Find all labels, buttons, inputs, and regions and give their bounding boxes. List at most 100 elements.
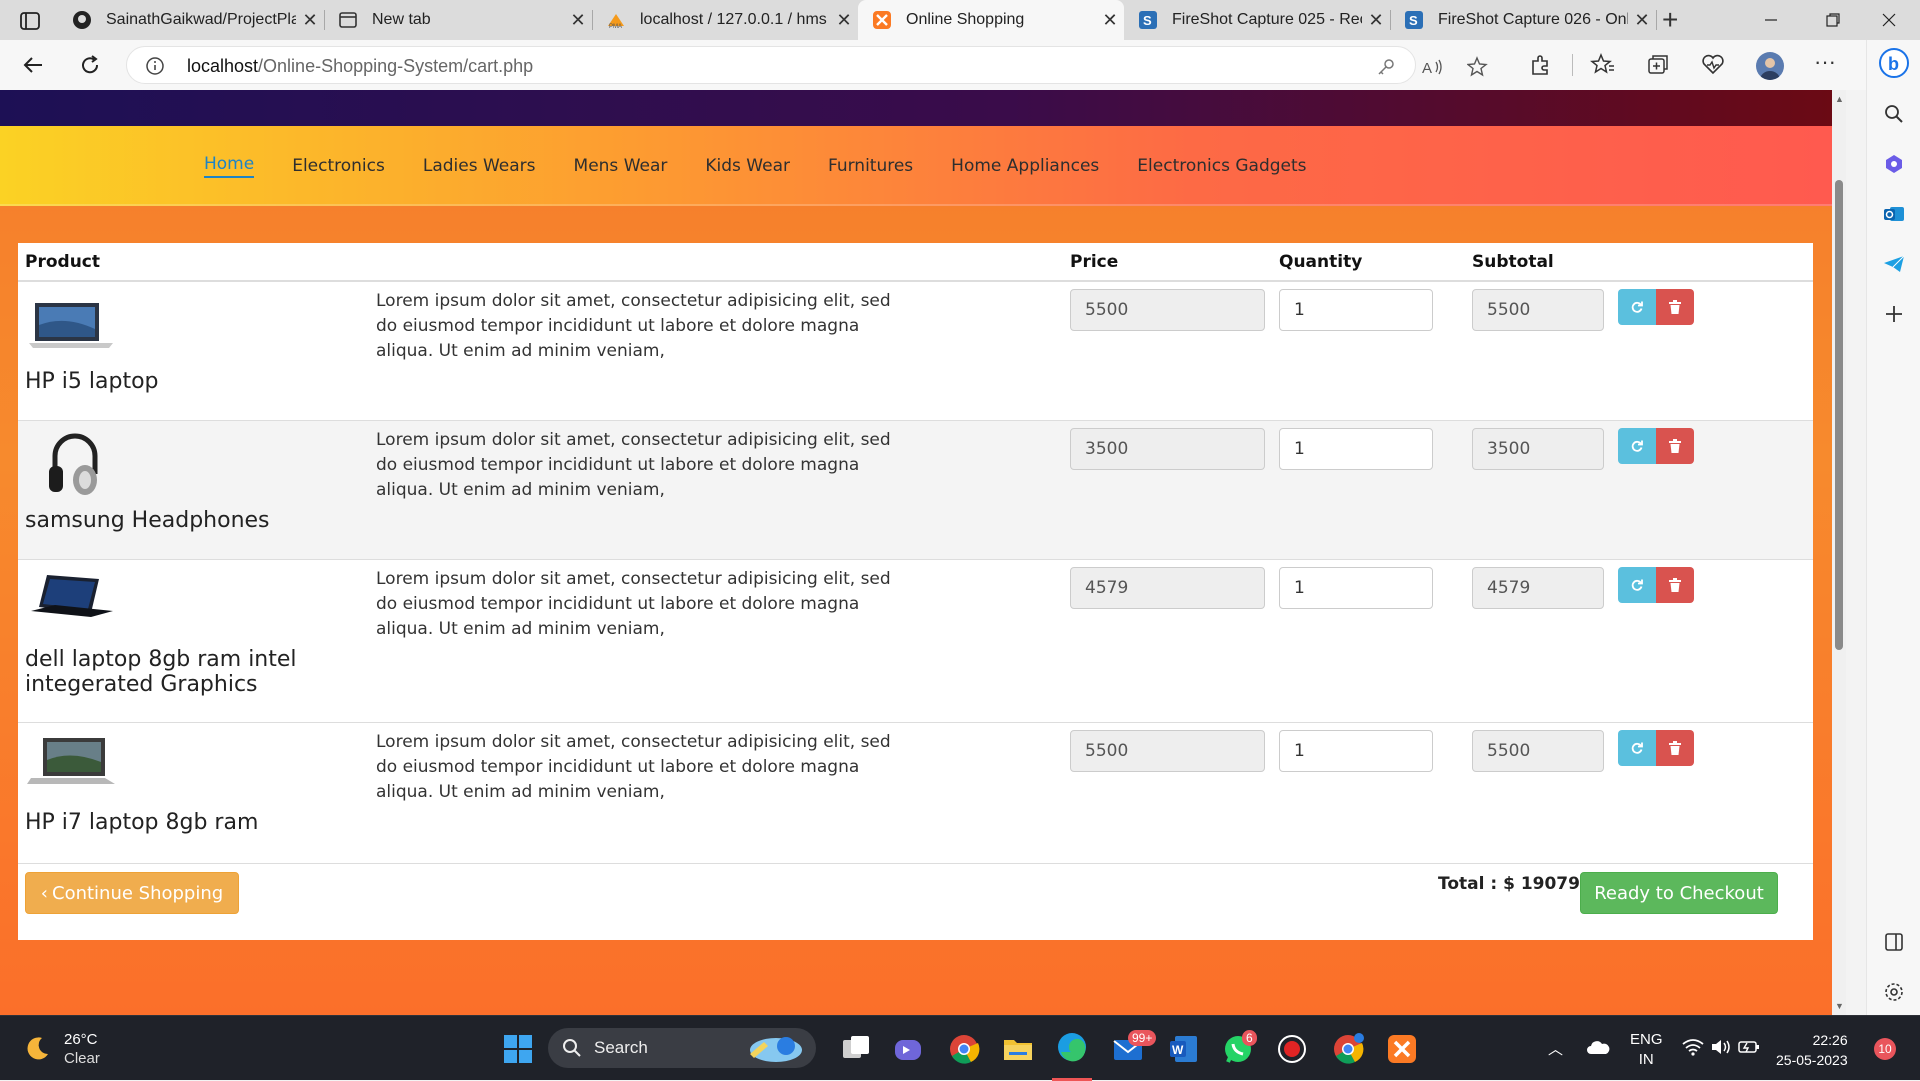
tab-online-shopping[interactable]: Online Shopping ✕ xyxy=(858,0,1124,40)
close-tab-icon[interactable]: ✕ xyxy=(564,10,592,31)
edge-button[interactable] xyxy=(1052,1016,1092,1081)
nav-item-mens-wear[interactable]: Mens Wear xyxy=(574,156,668,176)
update-item-button[interactable] xyxy=(1618,566,1656,603)
nav-item-furnitures[interactable]: Furnitures xyxy=(828,156,913,176)
close-window-button[interactable] xyxy=(1858,0,1920,40)
chrome-button[interactable] xyxy=(944,1016,984,1081)
checkout-button[interactable]: Ready to Checkout xyxy=(1580,872,1778,914)
nav-item-ladies-wears[interactable]: Ladies Wears xyxy=(423,156,536,176)
restore-button[interactable] xyxy=(1802,0,1864,40)
nav-menu: Home Electronics Ladies Wears Mens Wear … xyxy=(204,126,1345,206)
continue-shopping-button[interactable]: ‹ Continue Shopping xyxy=(25,872,239,914)
tab-phpmyadmin[interactable]: PMA localhost / 127.0.0.1 / hms / ✕ xyxy=(592,0,858,40)
update-item-button[interactable] xyxy=(1618,729,1656,766)
clock[interactable]: 22:26 25-05-2023 xyxy=(1776,1030,1848,1070)
nav-item-home-appliances[interactable]: Home Appliances xyxy=(951,156,1099,176)
nav-item-kids-wear[interactable]: Kids Wear xyxy=(705,156,790,176)
more-menu-icon[interactable]: ··· xyxy=(1814,51,1840,78)
extensions-icon[interactable] xyxy=(1528,52,1554,78)
read-aloud-icon[interactable]: A xyxy=(1421,56,1443,78)
address-bar[interactable]: localhost/Online-Shopping-System/cart.ph… xyxy=(126,46,1488,84)
price-field: 5500 xyxy=(1070,729,1265,772)
scroll-up-icon[interactable]: ▲ xyxy=(1835,94,1844,104)
tab-fireshot-026[interactable]: S FireShot Capture 026 - Onli ✕ xyxy=(1390,0,1657,40)
back-icon[interactable] xyxy=(20,52,46,78)
minimize-button[interactable] xyxy=(1740,0,1802,40)
subtotal-cell: 4579 xyxy=(1465,558,1611,722)
remove-item-button[interactable] xyxy=(1656,566,1694,603)
update-item-button[interactable] xyxy=(1618,289,1656,325)
xampp-icon xyxy=(873,11,891,29)
svg-text:S: S xyxy=(1409,13,1418,28)
telegram-send-icon[interactable] xyxy=(1882,252,1906,276)
wifi-icon[interactable] xyxy=(1682,1038,1704,1056)
tray-overflow-icon[interactable]: ︿ xyxy=(1548,1038,1563,1059)
start-button[interactable] xyxy=(498,1016,538,1081)
site-info-icon[interactable] xyxy=(145,56,165,76)
update-item-button[interactable] xyxy=(1618,427,1656,464)
hide-sidebar-icon[interactable] xyxy=(1882,930,1906,954)
onedrive-icon[interactable] xyxy=(1586,1038,1610,1056)
tab-newtab[interactable]: New tab ✕ xyxy=(324,0,593,40)
tab-actions-icon[interactable] xyxy=(18,9,42,33)
add-sidebar-app-icon[interactable] xyxy=(1882,302,1906,326)
word-button[interactable]: W xyxy=(1164,1016,1204,1081)
remove-item-button[interactable] xyxy=(1656,729,1694,766)
tab-github[interactable]: SainathGaikwad/ProjectPlan ✕ xyxy=(58,0,325,40)
subtotal-field: 5500 xyxy=(1472,289,1604,331)
language-indicator[interactable]: ENG IN xyxy=(1630,1030,1663,1070)
scroll-down-icon[interactable]: ▼ xyxy=(1835,1001,1844,1011)
bing-copilot-icon[interactable]: b xyxy=(1879,48,1909,78)
sidebar-settings-icon[interactable] xyxy=(1882,980,1906,1004)
scrollbar-thumb[interactable] xyxy=(1835,180,1843,650)
chrome-profile-button[interactable] xyxy=(1328,1016,1368,1081)
actions-cell xyxy=(1611,558,1813,722)
add-favorite-icon[interactable] xyxy=(1467,56,1489,78)
close-tab-icon[interactable]: ✕ xyxy=(1362,10,1390,31)
nav-item-electronics-gadgets[interactable]: Electronics Gadgets xyxy=(1137,156,1306,176)
shopping-icon[interactable] xyxy=(1882,152,1906,176)
weather-widget[interactable]: 26°C Clear xyxy=(22,1030,100,1068)
search-icon[interactable] xyxy=(1882,102,1906,126)
col-header-actions xyxy=(1611,243,1813,282)
notification-count[interactable]: 10 xyxy=(1874,1038,1896,1060)
recorder-button[interactable] xyxy=(1272,1016,1312,1081)
cart-panel: Product Price Quantity Subtotal HP i5 la… xyxy=(18,243,1813,940)
remove-item-button[interactable] xyxy=(1656,427,1694,464)
taskbar-search[interactable]: Search xyxy=(548,1028,816,1068)
favorites-icon[interactable] xyxy=(1590,52,1616,78)
mail-button[interactable]: 99+ xyxy=(1108,1016,1157,1081)
headphones-icon xyxy=(49,433,98,495)
remove-item-button[interactable] xyxy=(1656,289,1694,325)
whatsapp-button[interactable]: 6 xyxy=(1218,1016,1258,1081)
close-tab-icon[interactable]: ✕ xyxy=(1628,10,1656,31)
performance-icon[interactable] xyxy=(1700,52,1726,78)
svg-text:S: S xyxy=(1143,13,1152,28)
page-scrollbar[interactable]: ▲ ▼ xyxy=(1832,90,1846,1015)
search-icon xyxy=(563,1039,581,1057)
key-icon[interactable] xyxy=(1375,56,1397,78)
close-tab-icon[interactable]: ✕ xyxy=(830,10,858,31)
battery-icon[interactable] xyxy=(1738,1038,1760,1056)
quantity-input[interactable]: 1 xyxy=(1279,566,1433,609)
task-view-button[interactable] xyxy=(836,1016,876,1081)
quantity-input[interactable]: 1 xyxy=(1279,427,1433,470)
nav-item-electronics[interactable]: Electronics xyxy=(292,156,385,176)
nav-item-home[interactable]: Home xyxy=(204,154,255,178)
teams-button[interactable] xyxy=(888,1016,928,1081)
refresh-icon[interactable] xyxy=(77,52,103,78)
product-cell: dell laptop 8gb ram intel integerated Gr… xyxy=(18,558,369,722)
tab-title: localhost / 127.0.0.1 / hms / xyxy=(640,11,830,28)
close-tab-icon[interactable]: ✕ xyxy=(1096,10,1124,31)
new-tab-button[interactable]: + xyxy=(1662,5,1678,35)
quantity-input[interactable]: 1 xyxy=(1279,729,1433,772)
outlook-icon[interactable] xyxy=(1882,202,1906,226)
profile-avatar[interactable] xyxy=(1756,52,1784,80)
quantity-input[interactable]: 1 xyxy=(1279,289,1433,331)
close-tab-icon[interactable]: ✕ xyxy=(296,10,324,31)
file-explorer-button[interactable] xyxy=(998,1016,1038,1081)
volume-icon[interactable] xyxy=(1710,1038,1732,1056)
xampp-button[interactable] xyxy=(1382,1016,1422,1081)
tab-fireshot-025[interactable]: S FireShot Capture 025 - Rece ✕ xyxy=(1124,0,1391,40)
collections-icon[interactable] xyxy=(1645,52,1671,78)
